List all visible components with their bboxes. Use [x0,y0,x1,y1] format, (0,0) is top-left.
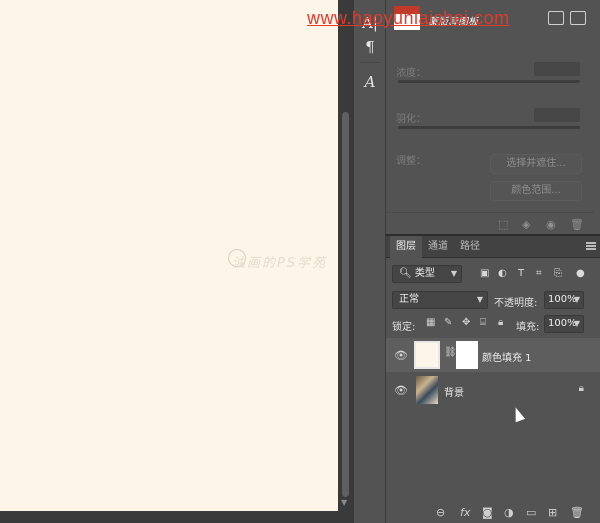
type-filter-icon[interactable]: T [518,268,524,279]
apply-mask-icon[interactable]: ◈ [522,218,530,231]
layer-background[interactable]: 👁︎ 背景 🔒︎ [386,373,600,407]
glyph-icon[interactable]: A [358,71,382,93]
layers-panel: 图层 通道 路径 🔍︎ 类型 ▼ ▣ ◐ T ⌗ ⎘ ● 正常 ▼ 不透明度: … [386,236,600,523]
lock-all-icon[interactable]: 🔒︎ [498,317,503,328]
scroll-down-arrow-icon[interactable]: ▼ [341,498,347,507]
chevron-down-icon: ▼ [573,295,580,304]
scrollbar-thumb[interactable] [342,112,349,497]
tool-divider [360,62,380,63]
layer-name[interactable]: 背景 [444,384,464,399]
delete-mask-icon[interactable]: 🗑 [570,218,584,231]
layers-bottom-bar: ⊖ fx ◙ ◑ ▭ ⊞ 🗑 [386,503,600,523]
canvas-vertical-scrollbar[interactable]: ▼ [338,0,354,511]
background-thumbnail[interactable] [416,376,438,404]
properties-panel: 蒙版异图板 浓度： 羽化： 调整： 选择并遮住... 颜色范围... ⬚ ◈ ◉… [386,0,594,234]
filter-kind-value: 类型 [414,268,435,279]
search-icon: 🔍︎ [399,268,412,279]
filter-kind-select[interactable]: 🔍︎ 类型 ▼ [392,265,462,283]
feather-label: 羽化： [396,114,426,125]
layer-filter-row: 🔍︎ 类型 ▼ ▣ ◐ T ⌗ ⎘ ● [390,262,596,284]
tab-channels[interactable]: 通道 [422,236,454,258]
pixel-filter-icon[interactable]: ▣ [480,268,489,279]
opacity-value: 100% [548,294,577,305]
fx-icon[interactable]: fx [460,506,470,519]
density-slider[interactable] [398,80,580,83]
fill-label: 填充: [516,322,540,333]
layers-tabs: 图层 通道 路径 [386,236,600,258]
new-group-icon[interactable]: ▭ [526,506,536,519]
fill-input[interactable]: 100% ▼ [544,315,584,333]
blend-mode-select[interactable]: 正常 ▼ [392,291,488,309]
adjust-label: 调整： [396,156,426,167]
site-watermark: www.haoyunlaishei.com [307,8,510,28]
link-layers-icon[interactable]: ⊖ [436,506,445,519]
lock-label: 锁定: [392,322,416,333]
chevron-down-icon: ▼ [476,295,483,304]
paragraph-icon[interactable]: ¶ [358,36,382,58]
select-and-mask-button[interactable]: 选择并遮住... [490,154,582,174]
lock-row: 锁定: ▦ ✎ ✥ ⌸ 🔒︎ 填充: 100% ▼ [390,312,596,334]
smart-object-filter-icon[interactable]: ⎘ [554,268,562,279]
layer-mask-thumbnail[interactable] [456,341,478,369]
eye-icon[interactable]: 👁︎ [394,384,408,397]
color-fill-thumbnail[interactable] [414,341,440,369]
lock-icon: 🔒︎ [578,383,584,394]
visibility-toggle-icon[interactable]: ◉ [546,218,556,231]
panel-menu-icon[interactable] [586,242,596,250]
layer-name[interactable]: 颜色填充 1 [482,349,532,364]
eye-icon[interactable]: 👁︎ [394,349,408,362]
lock-transparent-icon[interactable]: ▦ [426,317,435,328]
blend-row: 正常 ▼ 不透明度: 100% ▼ [390,288,596,310]
opacity-label: 不透明度: [494,298,538,309]
color-range-button[interactable]: 颜色范围... [490,181,582,201]
vector-mask-icon[interactable] [570,11,586,25]
add-mask-icon[interactable]: ◙ [482,506,493,519]
feather-slider[interactable] [398,126,580,129]
lock-image-icon[interactable]: ✎ [444,317,452,328]
properties-footer: ⬚ ◈ ◉ 🗑 [386,212,594,234]
density-input[interactable] [534,62,580,76]
canvas-status-bar [0,511,354,523]
feather-input[interactable] [534,108,580,122]
type-tool-strip: A| ¶ A [354,0,386,523]
fill-value: 100% [548,318,577,329]
lock-artboard-icon[interactable]: ⌸ [480,317,486,328]
link-icon[interactable]: ⛓ [444,347,457,358]
shape-filter-icon[interactable]: ⌗ [536,268,542,279]
canvas-watermark: 油画的PS学苑 [232,256,328,271]
filter-toggle-icon[interactable]: ● [576,268,585,279]
adjustment-layer-icon[interactable]: ◑ [504,506,514,519]
tab-paths[interactable]: 路径 [454,236,486,258]
new-layer-icon[interactable]: ⊞ [548,506,557,519]
chevron-down-icon: ▼ [450,269,457,278]
layer-color-fill[interactable]: 👁︎ ⛓ 颜色填充 1 [386,338,600,372]
right-panels: 蒙版异图板 浓度： 羽化： 调整： 选择并遮住... 颜色范围... ⬚ ◈ ◉… [386,0,600,523]
delete-layer-icon[interactable]: 🗑 [570,506,584,519]
lock-position-icon[interactable]: ✥ [462,317,470,328]
blend-mode-value: 正常 [399,294,419,305]
load-selection-icon[interactable]: ⬚ [498,218,508,231]
tab-layers[interactable]: 图层 [390,236,422,258]
pixel-mask-icon[interactable] [548,11,564,25]
opacity-input[interactable]: 100% ▼ [544,291,584,309]
chevron-down-icon: ▼ [573,319,580,328]
mouse-cursor [510,405,526,423]
adjustment-filter-icon[interactable]: ◐ [498,268,507,279]
density-label: 浓度： [396,68,426,79]
